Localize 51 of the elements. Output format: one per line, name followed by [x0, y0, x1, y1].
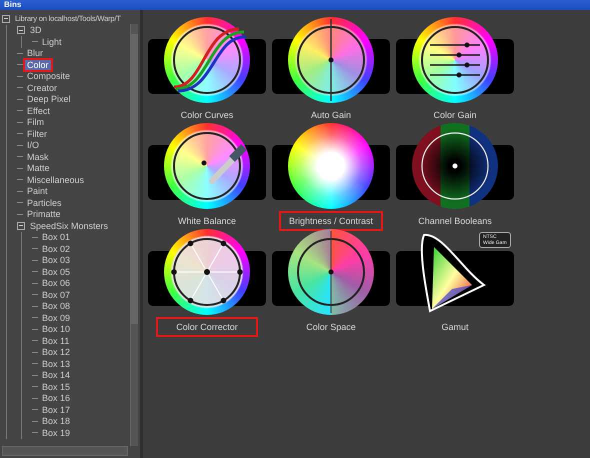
- vertical-scrollbar[interactable]: [130, 24, 138, 446]
- tree-item[interactable]: Matte: [25, 163, 52, 174]
- tree-item[interactable]: Paint: [25, 186, 50, 196]
- tree-item[interactable]: Creator: [25, 82, 60, 93]
- tree-item[interactable]: 3D: [28, 25, 44, 36]
- tree-item[interactable]: Box 13: [40, 358, 72, 369]
- tree-item[interactable]: Box 09: [40, 312, 72, 323]
- tree-item[interactable]: Box 03: [40, 255, 72, 266]
- tree-item[interactable]: Color: [25, 60, 51, 70]
- tile-label[interactable]: Color Corrector: [158, 319, 256, 335]
- horizontal-scrollbar[interactable]: [2, 446, 128, 456]
- tree-item[interactable]: Filter: [25, 128, 49, 139]
- tile-label[interactable]: Color Gain: [425, 107, 485, 123]
- tree-item[interactable]: Box 15: [40, 382, 72, 392]
- tile-label[interactable]: Auto Gain: [302, 107, 360, 123]
- tree-item[interactable]: Box 18: [40, 416, 72, 426]
- tile-label[interactable]: Channel Booleans: [410, 213, 500, 229]
- tile-label[interactable]: White Balance: [170, 213, 244, 229]
- tile-label[interactable]: Gamut: [433, 319, 476, 335]
- tree-item[interactable]: Box 08: [40, 301, 72, 312]
- window-title: Bins: [4, 0, 22, 10]
- tile-label[interactable]: Brightness / Contrast: [280, 213, 382, 229]
- tree-item[interactable]: Box 16: [40, 393, 72, 404]
- tree-item[interactable]: Box 14: [40, 370, 72, 380]
- tree-item[interactable]: Box 02: [40, 244, 72, 254]
- collapse-toggle-icon[interactable]: [17, 222, 25, 230]
- tree-item[interactable]: SpeedSix Monsters: [28, 220, 110, 231]
- tree-item[interactable]: Box 17: [40, 404, 72, 415]
- tree-item[interactable]: Effect: [25, 106, 52, 116]
- tree-item[interactable]: I/O: [25, 140, 42, 150]
- tree-item[interactable]: Deep Pixel: [25, 94, 73, 104]
- tree-item[interactable]: Box 19: [40, 428, 72, 438]
- tree-item[interactable]: Blur: [25, 48, 46, 58]
- tree-item[interactable]: Particles: [25, 198, 64, 208]
- tree-item[interactable]: Mask: [25, 152, 51, 162]
- tree-item[interactable]: Box 10: [40, 324, 72, 334]
- collapse-toggle-icon[interactable]: [17, 26, 25, 34]
- tree-item[interactable]: Film: [25, 117, 46, 128]
- collapse-toggle-icon[interactable]: [2, 14, 10, 23]
- tree-item[interactable]: Primatte: [25, 209, 63, 220]
- tree-item[interactable]: Box 06: [40, 278, 72, 288]
- tile-label[interactable]: Color Space: [298, 319, 364, 335]
- tree-item[interactable]: Miscellaneous: [25, 174, 86, 185]
- tree-item[interactable]: Box 07: [40, 290, 72, 300]
- tree-item[interactable]: Box 01: [40, 232, 72, 242]
- tree-item[interactable]: Light: [40, 36, 64, 47]
- tree-item[interactable]: Composite: [25, 71, 72, 82]
- tree-item[interactable]: Box 12: [40, 347, 72, 358]
- tile-label[interactable]: Color Curves: [172, 107, 242, 123]
- tree-item[interactable]: Box 11: [40, 336, 72, 346]
- tree-item[interactable]: Box 05: [40, 266, 72, 277]
